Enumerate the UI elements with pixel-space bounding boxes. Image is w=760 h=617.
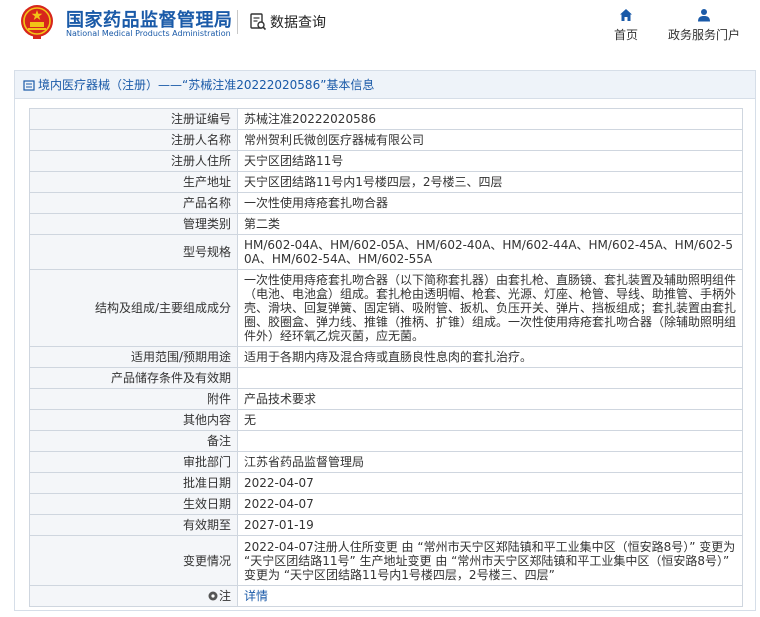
table-row: 注 详情: [29, 585, 743, 607]
user-icon: [698, 9, 710, 22]
nav-home-label: 首页: [613, 28, 638, 42]
table-row: 生产地址 天宁区团结路11号内1号楼四层，2号楼三、四层: [29, 171, 743, 193]
table-row: 型号规格 HM/602-04A、HM/602-05A、HM/602-40A、HM…: [29, 234, 743, 270]
field-value: 天宁区团结路11号: [237, 150, 743, 172]
breadcrumb: 境内医疗器械（注册）——“苏械注准20222020586”基本信息: [15, 71, 755, 99]
field-label: 适用范围/预期用途: [29, 346, 238, 368]
table-row: 有效期至 2027-01-19: [29, 514, 743, 536]
site-logo-english[interactable]: National Medical Products Administration: [66, 29, 231, 38]
nav-service-portal-label: 政务服务门户: [667, 28, 740, 42]
note-label-text: 注: [218, 588, 231, 603]
field-value: [237, 367, 743, 389]
field-label: 附件: [29, 388, 238, 410]
field-value: 2027-01-19: [237, 514, 743, 536]
nav-home[interactable]: 首页: [609, 8, 643, 43]
data-query-label: 数据查询: [270, 15, 326, 31]
table-row: 审批部门 江苏省药品监督管理局: [29, 451, 743, 473]
field-label: 注册证编号: [29, 108, 238, 130]
table-row: 结构及组成/主要组成成分 一次性使用痔疮套扎吻合器（以下简称套扎器）由套扎枪、直…: [29, 269, 743, 347]
field-value: 天宁区团结路11号内1号楼四层，2号楼三、四层: [237, 171, 743, 193]
table-row: 注册人住所 天宁区团结路11号: [29, 150, 743, 172]
note-value-cell: 详情: [237, 585, 743, 607]
field-value: 2022-04-07注册人住所变更 由 “常州市天宁区郑陆镇和平工业集中区（恒安…: [237, 535, 743, 586]
field-value: 常州贺利氏微创医疗器械有限公司: [237, 129, 743, 151]
table-row: 注册人名称 常州贺利氏微创医疗器械有限公司: [29, 129, 743, 151]
info-table: 注册证编号 苏械注准20222020586 注册人名称 常州贺利氏微创医疗器械有…: [29, 108, 743, 607]
table-row: 管理类别 第二类: [29, 213, 743, 235]
field-value: [237, 430, 743, 452]
emblem-icon[interactable]: [20, 4, 54, 40]
table-row: 产品名称 一次性使用痔疮套扎吻合器: [29, 192, 743, 214]
field-label: 备注: [29, 430, 238, 452]
site-header: 国家药品监督管理局 National Medical Products Admi…: [0, 0, 760, 54]
table-row: 生效日期 2022-04-07: [29, 493, 743, 515]
table-row: 变更情况 2022-04-07注册人住所变更 由 “常州市天宁区郑陆镇和平工业集…: [29, 535, 743, 586]
field-value: 一次性使用痔疮套扎吻合器: [237, 192, 743, 214]
info-dot-icon: [208, 591, 218, 600]
field-value: 2022-04-07: [237, 472, 743, 494]
breadcrumb-text[interactable]: 境内医疗器械（注册）——“苏械注准20222020586”基本信息: [38, 76, 374, 93]
field-label: 有效期至: [29, 514, 238, 536]
table-row: 产品储存条件及有效期: [29, 367, 743, 389]
field-label: 变更情况: [29, 535, 238, 586]
field-label: 批准日期: [29, 472, 238, 494]
table-row: 注册证编号 苏械注准20222020586: [29, 108, 743, 130]
field-value: 产品技术要求: [237, 388, 743, 410]
table-row: 适用范围/预期用途 适用于各期内痔及混合痔或直肠良性息肉的套扎治疗。: [29, 346, 743, 368]
field-value: 2022-04-07: [237, 493, 743, 515]
field-label: 结构及组成/主要组成成分: [29, 269, 238, 347]
field-label: 注册人住所: [29, 150, 238, 172]
field-value: 江苏省药品监督管理局: [237, 451, 743, 473]
field-label: 注册人名称: [29, 129, 238, 151]
field-value: 适用于各期内痔及混合痔或直肠良性息肉的套扎治疗。: [237, 346, 743, 368]
field-label: 型号规格: [29, 234, 238, 270]
field-label: 审批部门: [29, 451, 238, 473]
field-label: 管理类别: [29, 213, 238, 235]
home-icon: [620, 9, 632, 21]
table-row: 其他内容 无: [29, 409, 743, 431]
table-row: 附件 产品技术要求: [29, 388, 743, 410]
field-label: 生效日期: [29, 493, 238, 515]
field-value: 一次性使用痔疮套扎吻合器（以下简称套扎器）由套扎枪、直肠镜、套扎装置及辅助照明组…: [237, 269, 743, 347]
table-row: 备注: [29, 430, 743, 452]
field-value: HM/602-04A、HM/602-05A、HM/602-40A、HM/602-…: [237, 234, 743, 270]
data-query-link[interactable]: 数据查询: [250, 12, 326, 32]
note-label-cell: 注: [29, 585, 238, 607]
field-label: 其他内容: [29, 409, 238, 431]
note-label: 注: [208, 589, 231, 603]
breadcrumb-icon: [23, 79, 35, 91]
field-label: 产品名称: [29, 192, 238, 214]
details-link[interactable]: 详情: [244, 589, 268, 603]
field-label: 产品储存条件及有效期: [29, 367, 238, 389]
field-value: 第二类: [237, 213, 743, 235]
table-row: 批准日期 2022-04-07: [29, 472, 743, 494]
detail-panel: 境内医疗器械（注册）——“苏械注准20222020586”基本信息 注册证编号 …: [14, 70, 756, 611]
document-search-icon: [250, 13, 266, 31]
nav-service-portal[interactable]: 政务服务门户: [662, 8, 746, 43]
header-divider: [237, 10, 238, 34]
field-value: 苏械注准20222020586: [237, 108, 743, 130]
field-value: 无: [237, 409, 743, 431]
field-label: 生产地址: [29, 171, 238, 193]
